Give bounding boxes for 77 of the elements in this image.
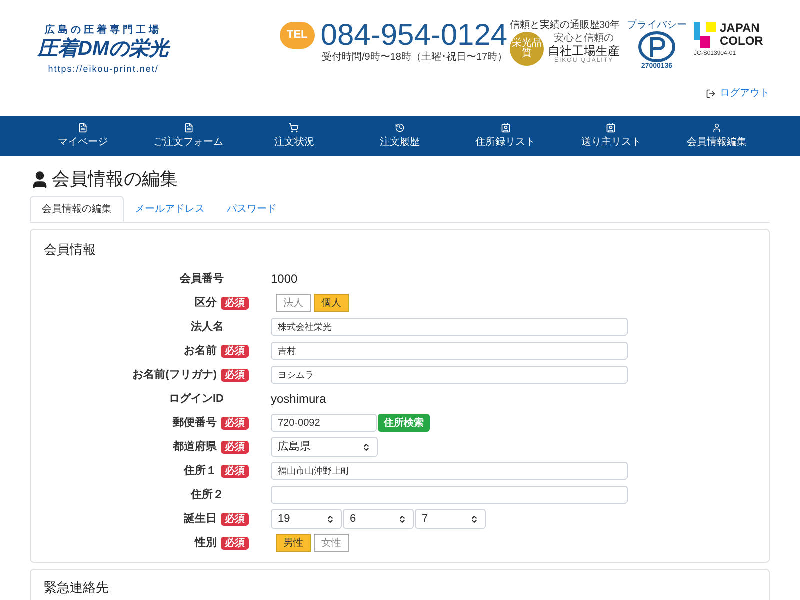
quality-subline: 安心と信頼の xyxy=(554,33,614,44)
required-badge: 必須 xyxy=(221,440,249,454)
privacy-label: プライバシー xyxy=(627,20,687,31)
field-label: ログインID xyxy=(169,392,224,407)
logo-brand: 圧着DMの栄光 xyxy=(38,37,170,61)
toggle-option[interactable]: 女性 xyxy=(314,534,349,552)
japan-color-line: COLOR xyxy=(720,35,764,48)
section-title: 会員情報 xyxy=(44,242,96,257)
nav-icon xyxy=(395,122,406,132)
toggle-option[interactable]: 男性 xyxy=(276,534,311,552)
quality-headline: 信頼と実績の通販歴30年 xyxy=(510,20,620,32)
field-label: 住所２ xyxy=(191,488,224,503)
nav-item[interactable]: 会員情報編集 xyxy=(664,116,770,156)
nav-item[interactable]: 送り主リスト xyxy=(558,116,664,156)
required-badge: 必須 xyxy=(221,368,249,382)
field-label: 郵便番号 xyxy=(173,416,217,431)
field-label: 法人名 xyxy=(191,320,224,335)
privacy-mark-icon xyxy=(638,31,676,63)
japan-color-line: JAPAN xyxy=(720,22,761,35)
toggle-option[interactable]: 法人 xyxy=(276,294,311,312)
nav-icon xyxy=(78,122,88,132)
nav-icon xyxy=(500,122,511,132)
field-label: お名前 xyxy=(184,344,217,359)
logo-tagline: 広島の圧着専門工場 xyxy=(45,25,162,37)
caret-icon xyxy=(326,514,335,524)
required-badge: 必須 xyxy=(221,464,249,478)
field-label: 区分 xyxy=(195,296,217,311)
caret-icon xyxy=(398,514,407,524)
required-badge: 必須 xyxy=(221,416,249,430)
select-dropdown[interactable]: 19 xyxy=(271,509,342,529)
nav-icon xyxy=(606,122,616,132)
required-badge: 必須 xyxy=(221,344,249,358)
field-value: 1000 xyxy=(271,271,298,288)
input-field[interactable]: 吉村 xyxy=(271,342,628,360)
select-dropdown[interactable]: 6 xyxy=(343,509,414,529)
field-value: yoshimura xyxy=(271,391,326,408)
japan-color-logo-icon xyxy=(694,22,716,48)
required-badge: 必須 xyxy=(221,536,249,550)
nav-icon xyxy=(289,122,300,132)
field-label: 会員番号 xyxy=(180,272,224,287)
input-field[interactable]: 福山市山沖野上町 xyxy=(271,462,628,480)
section-title: 緊急連絡先 xyxy=(44,580,109,595)
input-field[interactable] xyxy=(271,486,628,504)
field-label: 性別 xyxy=(195,536,217,551)
nav-icon xyxy=(712,122,722,132)
tel-badge: TEL xyxy=(280,22,315,48)
page-title: 会員情報の編集 xyxy=(52,168,178,191)
input-field[interactable]: 株式会社栄光 xyxy=(271,318,628,336)
logout-icon xyxy=(706,88,716,98)
quality-seal: 栄光品質 xyxy=(510,32,544,66)
nav-item[interactable]: 注文履歴 xyxy=(347,116,453,156)
nav-item[interactable]: 住所録リスト xyxy=(452,116,559,156)
tab[interactable]: メールアドレス xyxy=(124,196,216,222)
nav-item[interactable]: 注文状況 xyxy=(241,116,348,156)
required-badge: 必須 xyxy=(221,512,249,526)
business-hours: 受付時間/9時〜18時（土曜･祝日〜17時） xyxy=(322,52,508,64)
select-dropdown[interactable]: 広島県 xyxy=(271,437,378,457)
site-url: https://eikou-print.net/ xyxy=(48,64,159,74)
nav-icon xyxy=(184,122,194,132)
caret-icon xyxy=(362,442,371,452)
caret-icon xyxy=(470,514,479,524)
input-field[interactable]: 720-0092 xyxy=(271,414,377,432)
logout-link[interactable]: ログアウト xyxy=(706,86,770,101)
quality-mainline: 自社工場生産 xyxy=(548,44,620,58)
field-label: 都道府県 xyxy=(173,440,217,455)
tab[interactable]: 会員情報の編集 xyxy=(30,196,124,222)
field-label: 誕生日 xyxy=(184,512,217,527)
tab[interactable]: パスワード xyxy=(216,196,288,222)
input-field[interactable]: ヨシムラ xyxy=(271,366,628,384)
toggle-option[interactable]: 個人 xyxy=(314,294,349,312)
nav-item[interactable]: マイページ xyxy=(30,116,136,156)
nav-item[interactable]: ご注文フォーム xyxy=(136,116,242,156)
field-label: 住所１ xyxy=(184,464,217,479)
required-badge: 必須 xyxy=(221,296,249,310)
select-dropdown[interactable]: 7 xyxy=(415,509,486,529)
field-label: お名前(フリガナ) xyxy=(132,368,217,383)
phone-number: 084-954-0124 xyxy=(320,20,508,52)
